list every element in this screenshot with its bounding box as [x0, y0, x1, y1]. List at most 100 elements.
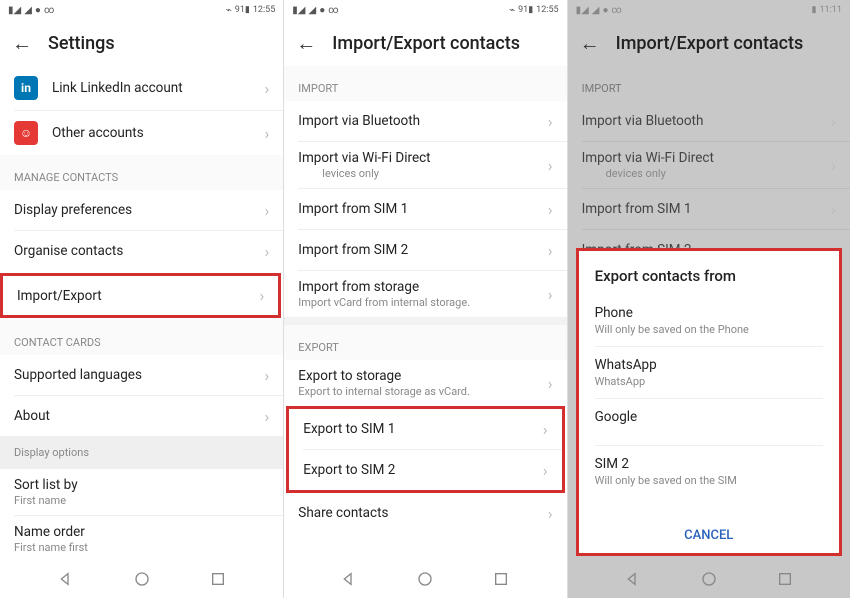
- nav-back-icon[interactable]: [625, 571, 641, 587]
- organise-contacts-item[interactable]: Organise contacts ›: [0, 231, 283, 271]
- chat-icon: ●: [603, 5, 609, 16]
- sort-list-by-item[interactable]: Sort list by First name: [0, 469, 283, 515]
- item-label: Name order: [14, 524, 269, 540]
- section-import: IMPORT: [284, 66, 566, 101]
- nav-bar: [284, 560, 566, 598]
- nav-recent-icon[interactable]: [777, 571, 793, 587]
- option-sublabel: Will only be saved on the SIM: [595, 474, 823, 487]
- share-contacts-item[interactable]: Share contacts ›: [284, 493, 566, 533]
- signal2-icon: ◢: [309, 5, 317, 16]
- export-dialog-screen: ▮◢ ◢ ● ∞ ▮ 11:11 ← Import/Export contact…: [567, 0, 850, 598]
- nav-home-icon[interactable]: [701, 571, 717, 587]
- item-label: Export to SIM 1: [303, 421, 542, 437]
- back-icon[interactable]: ←: [12, 31, 32, 56]
- dialog-title: Export contacts from: [579, 251, 839, 295]
- linkedin-icon: in: [14, 76, 38, 100]
- section-manage-contacts: MANAGE CONTACTS: [0, 155, 283, 190]
- export-sim-highlight: Export to SIM 1 › Export to SIM 2 ›: [286, 406, 564, 493]
- chevron-right-icon: ›: [264, 366, 269, 385]
- settings-screen: ▮◢ ◢ ● ∞ ⌁ 91▮ 12:55 ← Settings in Link …: [0, 0, 283, 598]
- item-sublabel: levices only: [298, 167, 547, 180]
- item-label: Organise contacts: [14, 243, 264, 259]
- item-label: Import from SIM 2: [298, 242, 547, 258]
- signal-icon: ▮◢: [8, 5, 21, 16]
- export-sim2-item[interactable]: Export to SIM 2 ›: [289, 450, 561, 490]
- chevron-right-icon: ›: [831, 200, 836, 219]
- chevron-right-icon: ›: [264, 407, 269, 426]
- supported-languages-item[interactable]: Supported languages ›: [0, 355, 283, 395]
- import-bluetooth-item[interactable]: Import via Bluetooth ›: [568, 101, 850, 141]
- import-storage-item[interactable]: Import from storage Import vCard from in…: [284, 271, 566, 317]
- chevron-right-icon: ›: [264, 79, 269, 98]
- item-label: Import via Bluetooth: [582, 113, 831, 129]
- dialog-option-google[interactable]: Google: [579, 399, 839, 435]
- export-sim1-item[interactable]: Export to SIM 1 ›: [289, 409, 561, 449]
- nav-recent-icon[interactable]: [493, 571, 509, 587]
- nav-home-icon[interactable]: [417, 571, 433, 587]
- chevron-right-icon: ›: [259, 286, 264, 305]
- section-contact-cards: CONTACT CARDS: [0, 320, 283, 355]
- link-linkedin-item[interactable]: in Link LinkedIn account ›: [0, 66, 283, 110]
- option-sublabel: WhatsApp: [595, 375, 823, 388]
- import-sim1-item[interactable]: Import from SIM 1 ›: [284, 189, 566, 229]
- status-bar: ▮◢ ◢ ● ∞ ⌁ 91▮ 12:55: [0, 0, 283, 20]
- infinity-icon: ∞: [612, 5, 622, 16]
- back-icon[interactable]: ←: [296, 31, 316, 56]
- signal2-icon: ◢: [24, 5, 32, 16]
- dialog-option-whatsapp[interactable]: WhatsApp WhatsApp: [579, 347, 839, 398]
- section-export: EXPORT: [284, 325, 566, 360]
- item-label: Display preferences: [14, 202, 264, 218]
- dialog-option-phone[interactable]: Phone Will only be saved on the Phone: [579, 295, 839, 346]
- chevron-right-icon: ›: [264, 242, 269, 261]
- chevron-right-icon: ›: [548, 241, 553, 260]
- nav-back-icon[interactable]: [58, 571, 74, 587]
- section-import: IMPORT: [568, 66, 850, 101]
- import-bluetooth-item[interactable]: Import via Bluetooth ›: [284, 101, 566, 141]
- name-order-item[interactable]: Name order First name first: [0, 516, 283, 560]
- option-label: SIM 2: [595, 456, 823, 472]
- export-storage-item[interactable]: Export to storage Export to internal sto…: [284, 360, 566, 406]
- other-accounts-item[interactable]: ☺ Other accounts ›: [0, 111, 283, 155]
- chat-icon: ●: [35, 5, 41, 16]
- battery-icon: ▮: [812, 5, 817, 15]
- cancel-button[interactable]: CANCEL: [579, 514, 839, 553]
- nav-back-icon[interactable]: [341, 571, 357, 587]
- bluetooth-icon: ⌁: [226, 5, 232, 16]
- chevron-right-icon: ›: [548, 112, 553, 131]
- page-title: Import/Export contacts: [332, 33, 520, 54]
- status-bar: ▮◢ ◢ ● ∞ ⌁ 91▮ 12:55: [284, 0, 566, 20]
- back-icon[interactable]: ←: [580, 31, 600, 56]
- import-wifi-item[interactable]: Import via Wi-Fi Direct devices only ›: [568, 142, 850, 188]
- chevron-right-icon: ›: [543, 420, 548, 439]
- infinity-icon: ∞: [44, 5, 54, 16]
- display-preferences-item[interactable]: Display preferences ›: [0, 190, 283, 230]
- clock: 11:11: [819, 5, 841, 15]
- option-label: Google: [595, 409, 823, 425]
- page-title: Import/Export contacts: [616, 33, 804, 54]
- item-label: Export to SIM 2: [303, 462, 542, 478]
- header: ← Settings: [0, 20, 283, 66]
- item-label: Export to storage: [298, 368, 547, 384]
- import-sim1-item[interactable]: Import from SIM 1 ›: [568, 189, 850, 229]
- chat-icon: ●: [319, 5, 325, 16]
- signal2-icon: ◢: [592, 5, 600, 16]
- import-sim2-item[interactable]: Import from SIM 2 ›: [284, 230, 566, 270]
- chevron-right-icon: ›: [548, 504, 553, 523]
- battery-pct: 91▮: [235, 5, 250, 15]
- status-bar: ▮◢ ◢ ● ∞ ▮ 11:11: [568, 0, 850, 20]
- item-label: Import from SIM 1: [298, 201, 547, 217]
- chevron-right-icon: ›: [548, 374, 553, 393]
- import-export-screen: ▮◢ ◢ ● ∞ ⌁ 91▮ 12:55 ← Import/Export con…: [283, 0, 566, 598]
- chevron-right-icon: ›: [831, 156, 836, 175]
- chevron-right-icon: ›: [543, 461, 548, 480]
- signal-icon: ▮◢: [292, 5, 305, 16]
- item-label: Other accounts: [52, 125, 264, 141]
- item-label: About: [14, 408, 264, 424]
- nav-home-icon[interactable]: [134, 571, 150, 587]
- import-export-item[interactable]: Import/Export ›: [0, 273, 281, 318]
- item-label: Import via Bluetooth: [298, 113, 547, 129]
- about-item[interactable]: About ›: [0, 396, 283, 436]
- dialog-option-sim2[interactable]: SIM 2 Will only be saved on the SIM: [579, 446, 839, 497]
- nav-recent-icon[interactable]: [210, 571, 226, 587]
- import-wifi-item[interactable]: Import via Wi-Fi Direct levices only ›: [284, 142, 566, 188]
